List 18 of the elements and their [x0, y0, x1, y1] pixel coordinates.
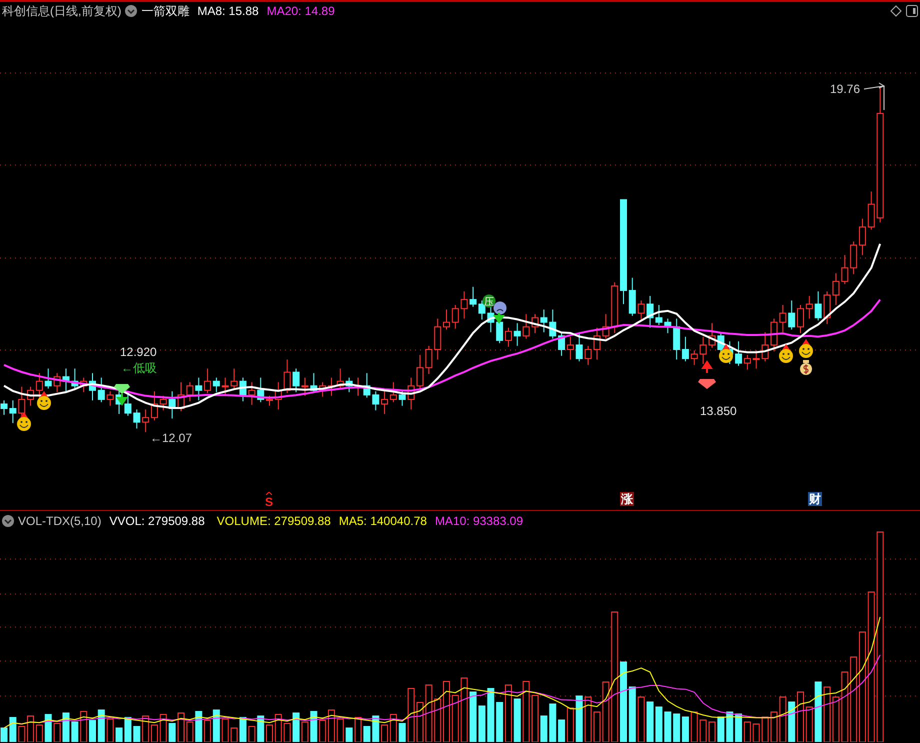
- price-label: 13.850: [700, 404, 737, 418]
- chart-marker: 涨: [620, 492, 634, 506]
- indicator-name: 一箭双雕: [141, 3, 190, 20]
- ma5-value: MA5: 140040.78: [338, 512, 427, 530]
- chart-title: 科创信息(日线,前复权): [2, 3, 122, 20]
- price-label: 19.76: [830, 82, 860, 96]
- ma8-value: MA8: 15.88: [197, 3, 259, 20]
- vvol-value: VVOL: 279509.88: [109, 512, 205, 530]
- price-label: ←12.07: [150, 431, 192, 445]
- pressure-badge: 压: [482, 294, 496, 308]
- price-label: 12.920: [120, 345, 157, 359]
- chart-marker: S: [264, 495, 274, 509]
- signal-label: ←低吸: [121, 361, 157, 375]
- chart-marker: 财: [808, 492, 822, 506]
- indicator-name: VOL-TDX(5,10): [18, 512, 102, 530]
- ma20-value: MA20: 14.89: [266, 3, 335, 20]
- volume-value: VOLUME: 279509.88: [216, 512, 331, 530]
- ma10-value: MA10: 93383.09: [434, 512, 524, 530]
